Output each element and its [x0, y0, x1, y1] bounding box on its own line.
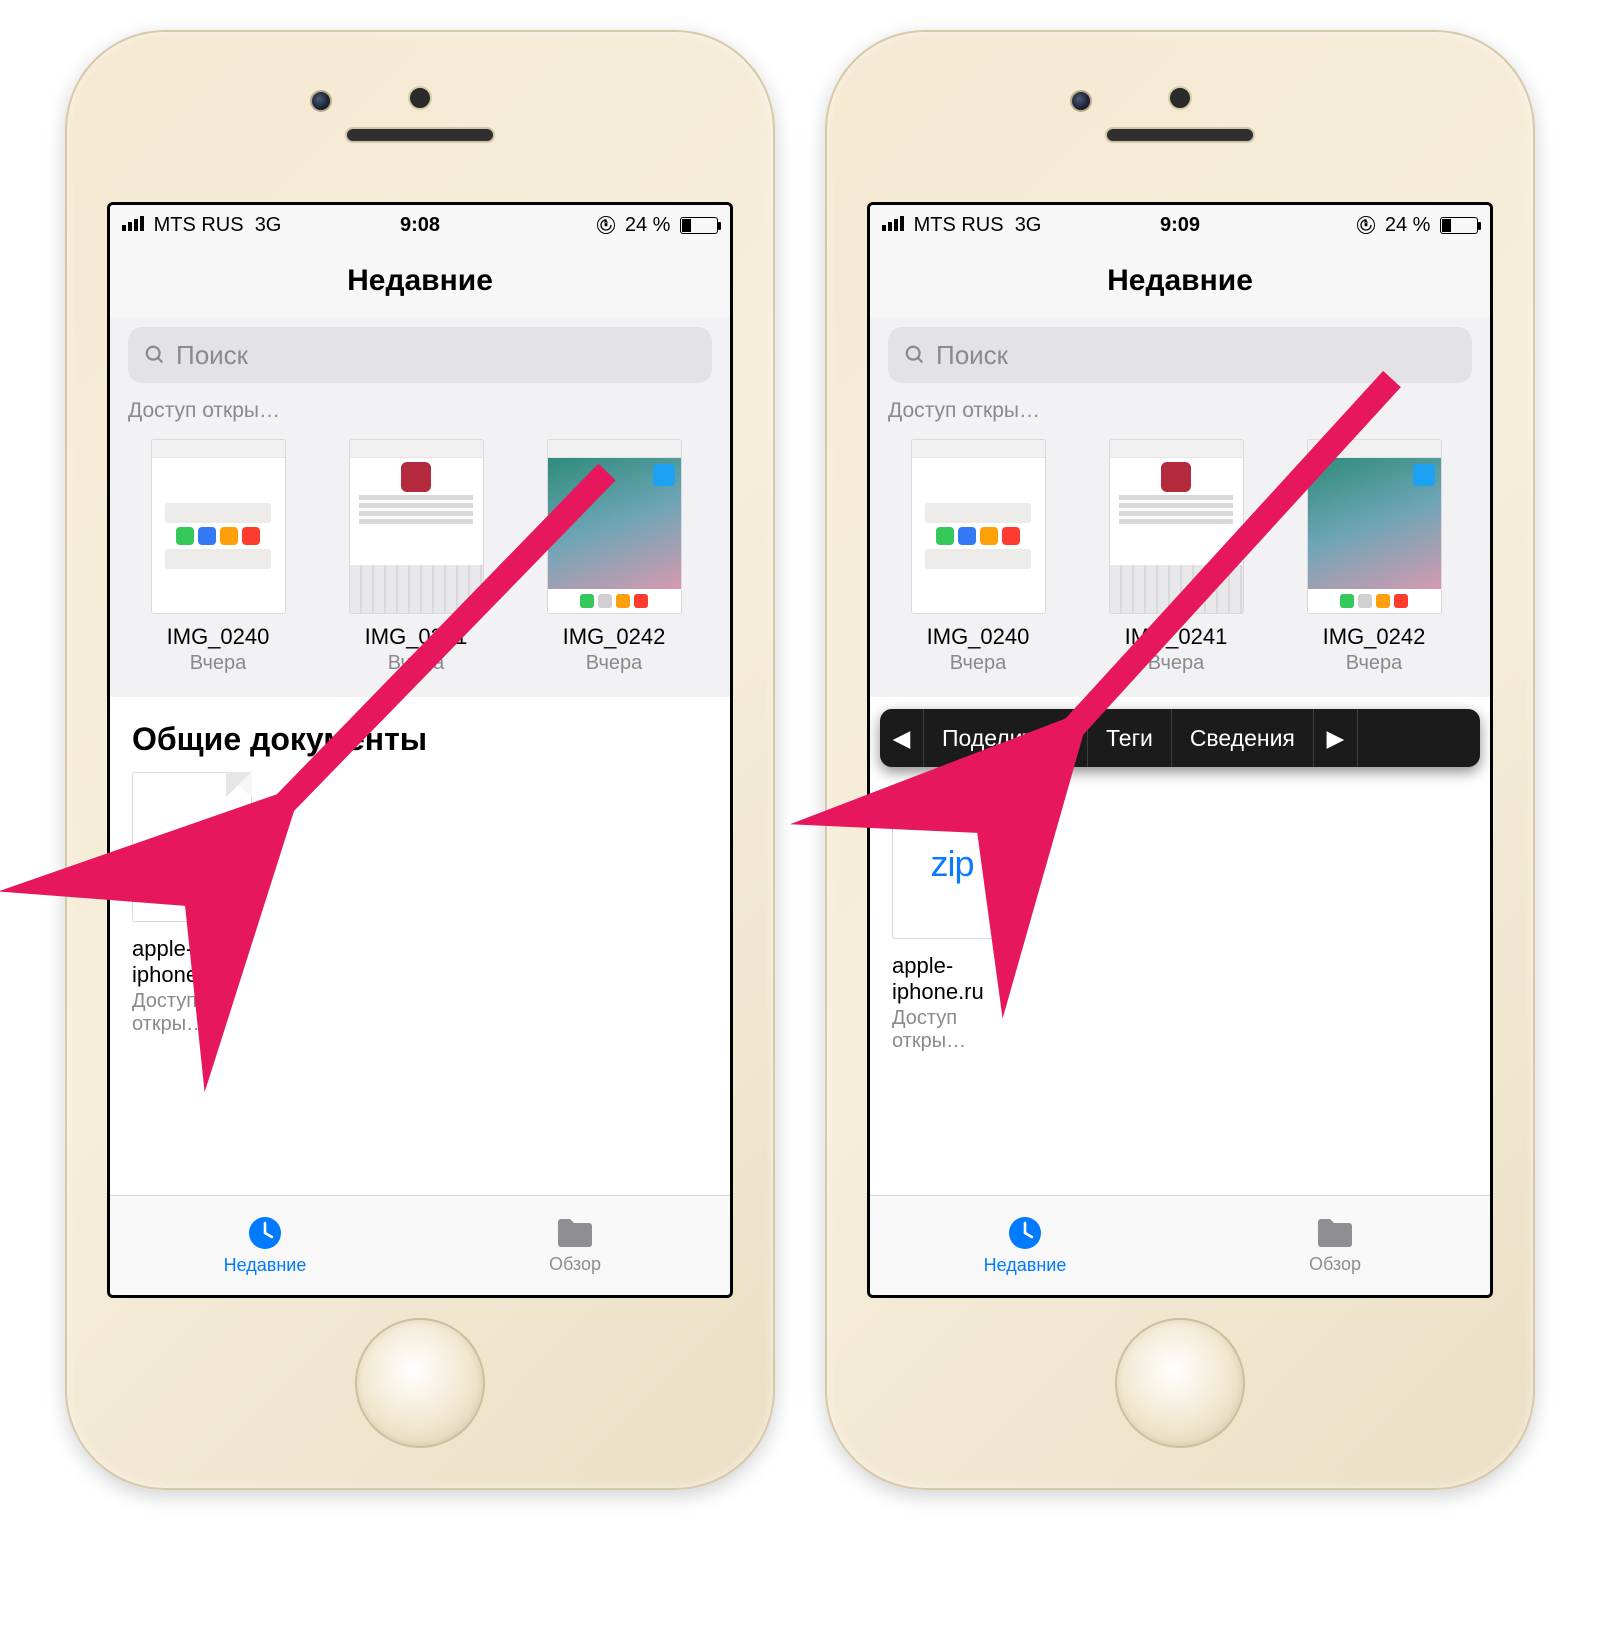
context-prev[interactable]: ◀	[880, 709, 924, 767]
context-menu: ◀ Поделиться Теги Сведения ▶	[880, 709, 1480, 767]
clock: 9:09	[1160, 214, 1200, 236]
proximity-sensor	[408, 86, 432, 110]
clock-icon	[1007, 1215, 1043, 1251]
page-title: Недавние	[347, 264, 493, 298]
context-share[interactable]: Поделиться	[924, 709, 1088, 767]
zip-icon: zip	[132, 772, 252, 922]
status-bar: MTS RUS 3G 9:08 24 %	[110, 205, 730, 245]
file-thumb[interactable]: IMG_0240 Вчера	[134, 439, 302, 675]
earpiece	[345, 127, 495, 143]
shared-row-label: Доступ откры…	[110, 393, 730, 429]
search-icon	[904, 344, 926, 366]
file-name: IMG_0240	[134, 624, 302, 650]
folder-icon	[1315, 1216, 1355, 1250]
search-icon	[144, 344, 166, 366]
recent-thumbnails: IMG_0240 Вчера IMG_0241 Вчера IMG_0242 В…	[110, 429, 730, 675]
tab-recent[interactable]: Недавние	[870, 1196, 1180, 1295]
zip-file[interactable]: zip apple- iphone.ru Доступ откры…	[892, 789, 1032, 1053]
file-name: IMG_0240	[894, 624, 1062, 650]
nav-bar: Недавние	[870, 245, 1490, 317]
clock-icon	[247, 1215, 283, 1251]
front-camera	[1070, 90, 1092, 112]
documents-list: zip apple- iphone.ru Доступ откры…	[870, 781, 1490, 1195]
section-heading: Общие документы	[110, 697, 730, 772]
context-next[interactable]: ▶	[1314, 709, 1358, 767]
search-placeholder: Поиск	[176, 340, 248, 371]
tab-recent[interactable]: Недавние	[110, 1196, 420, 1295]
screen-left: MTS RUS 3G 9:08 24 % Недавние По	[107, 202, 733, 1298]
file-name: IMG_0242	[1290, 624, 1458, 650]
clock: 9:08	[400, 214, 440, 236]
file-thumb[interactable]: IMG_0241 Вчера	[1092, 439, 1260, 675]
phone-mock-right: MTS RUS 3G 9:09 24 % Недавние По	[825, 30, 1535, 1490]
battery-icon	[680, 217, 718, 234]
battery-icon	[1440, 217, 1478, 234]
proximity-sensor	[1168, 86, 1192, 110]
screen-right: MTS RUS 3G 9:09 24 % Недавние По	[867, 202, 1493, 1298]
tab-bar: Недавние Обзор	[870, 1195, 1490, 1295]
file-thumb[interactable]: IMG_0240 Вчера	[894, 439, 1062, 675]
folder-icon	[555, 1216, 595, 1250]
zip-icon: zip	[892, 789, 1012, 939]
front-camera	[310, 90, 332, 112]
file-subtitle: Доступ откры…	[892, 1007, 1032, 1053]
page-title: Недавние	[1107, 264, 1253, 298]
nav-bar: Недавние	[110, 245, 730, 317]
file-name: IMG_0241	[332, 624, 500, 650]
documents-list: zip apple- iphone.ru Доступ откры…	[110, 772, 730, 1195]
file-name: IMG_0241	[1092, 624, 1260, 650]
home-button[interactable]	[355, 1318, 485, 1448]
context-tags[interactable]: Теги	[1088, 709, 1172, 767]
home-button[interactable]	[1115, 1318, 1245, 1448]
file-date: Вчера	[332, 652, 500, 675]
file-date: Вчера	[894, 652, 1062, 675]
file-date: Вчера	[530, 652, 698, 675]
shared-row-label: Доступ откры…	[870, 393, 1490, 429]
file-thumb[interactable]: IMG_0241 Вчера	[332, 439, 500, 675]
status-bar: MTS RUS 3G 9:09 24 %	[870, 205, 1490, 245]
tab-bar: Недавние Обзор	[110, 1195, 730, 1295]
file-name: apple- iphone.ru	[892, 953, 1032, 1005]
file-date: Вчера	[134, 652, 302, 675]
context-info[interactable]: Сведения	[1172, 709, 1314, 767]
tab-browse[interactable]: Обзор	[420, 1196, 730, 1295]
search-field[interactable]: Поиск	[128, 327, 712, 383]
search-field[interactable]: Поиск	[888, 327, 1472, 383]
earpiece	[1105, 127, 1255, 143]
file-thumb[interactable]: IMG_0242 Вчера	[1290, 439, 1458, 675]
file-name: IMG_0242	[530, 624, 698, 650]
tab-browse[interactable]: Обзор	[1180, 1196, 1490, 1295]
file-date: Вчера	[1092, 652, 1260, 675]
zip-file[interactable]: zip apple- iphone.ru Доступ откры…	[132, 772, 272, 1036]
recent-thumbnails: IMG_0240 Вчера IMG_0241 Вчера IMG_0242 В…	[870, 429, 1490, 675]
search-placeholder: Поиск	[936, 340, 1008, 371]
phone-mock-left: MTS RUS 3G 9:08 24 % Недавние По	[65, 30, 775, 1490]
file-subtitle: Доступ откры…	[132, 990, 272, 1036]
file-date: Вчера	[1290, 652, 1458, 675]
file-thumb[interactable]: IMG_0242 Вчера	[530, 439, 698, 675]
file-name: apple- iphone.ru	[132, 936, 272, 988]
